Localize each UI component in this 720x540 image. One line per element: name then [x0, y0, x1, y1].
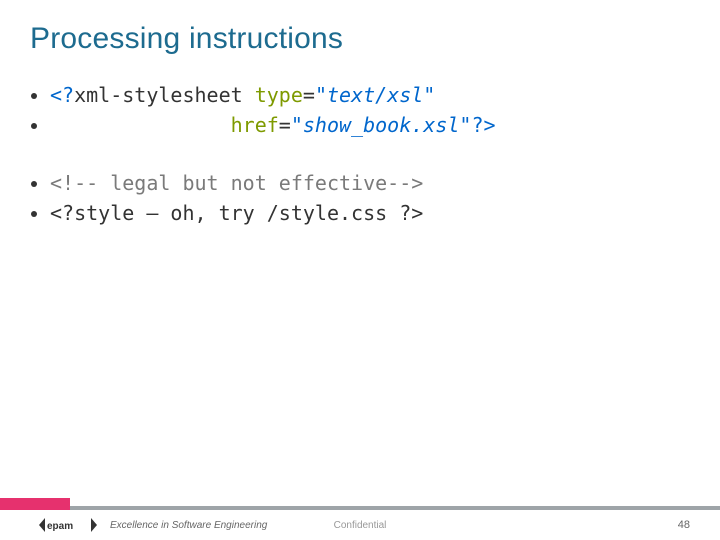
code-line-4: <?style – oh, try /style.css ?>	[50, 198, 690, 228]
val-type: "text/xsl"	[315, 83, 435, 107]
plain-line: <?style – oh, try /style.css ?>	[50, 201, 423, 225]
slide: Processing instructions <?xml-stylesheet…	[0, 0, 720, 540]
footer-confidential: Confidential	[334, 520, 387, 531]
code-line-2: href="show_book.xsl"?>	[50, 110, 690, 140]
equals: =	[279, 113, 291, 137]
epam-logo-icon: epam	[38, 515, 98, 535]
divider-bar	[0, 498, 720, 510]
footer: epam Excellence in Software Engineering …	[0, 510, 720, 540]
accent-bar	[0, 498, 70, 510]
footer-tagline: Excellence in Software Engineering	[110, 520, 267, 531]
page-number: 48	[678, 519, 690, 531]
pi-close: ?>	[471, 113, 495, 137]
indent	[50, 113, 231, 137]
comment-line: <!-- legal but not effective-->	[50, 171, 423, 195]
pi-target: xml-stylesheet	[74, 83, 255, 107]
val-href: "show_book.xsl"	[291, 113, 472, 137]
pi-open: <?	[50, 83, 74, 107]
code-line-1: <?xml-stylesheet type="text/xsl"	[50, 80, 690, 110]
equals: =	[303, 83, 315, 107]
code-list: <?xml-stylesheet type="text/xsl" href="s…	[30, 80, 690, 228]
attr-href: href	[231, 113, 279, 137]
blank-line	[50, 140, 690, 168]
slide-content: <?xml-stylesheet type="text/xsl" href="s…	[30, 80, 690, 228]
logo-epam: epam	[38, 515, 98, 535]
logo-text: epam	[47, 521, 73, 532]
attr-type: type	[255, 83, 303, 107]
code-line-3: <!-- legal but not effective-->	[50, 168, 690, 198]
slide-title: Processing instructions	[30, 22, 343, 56]
